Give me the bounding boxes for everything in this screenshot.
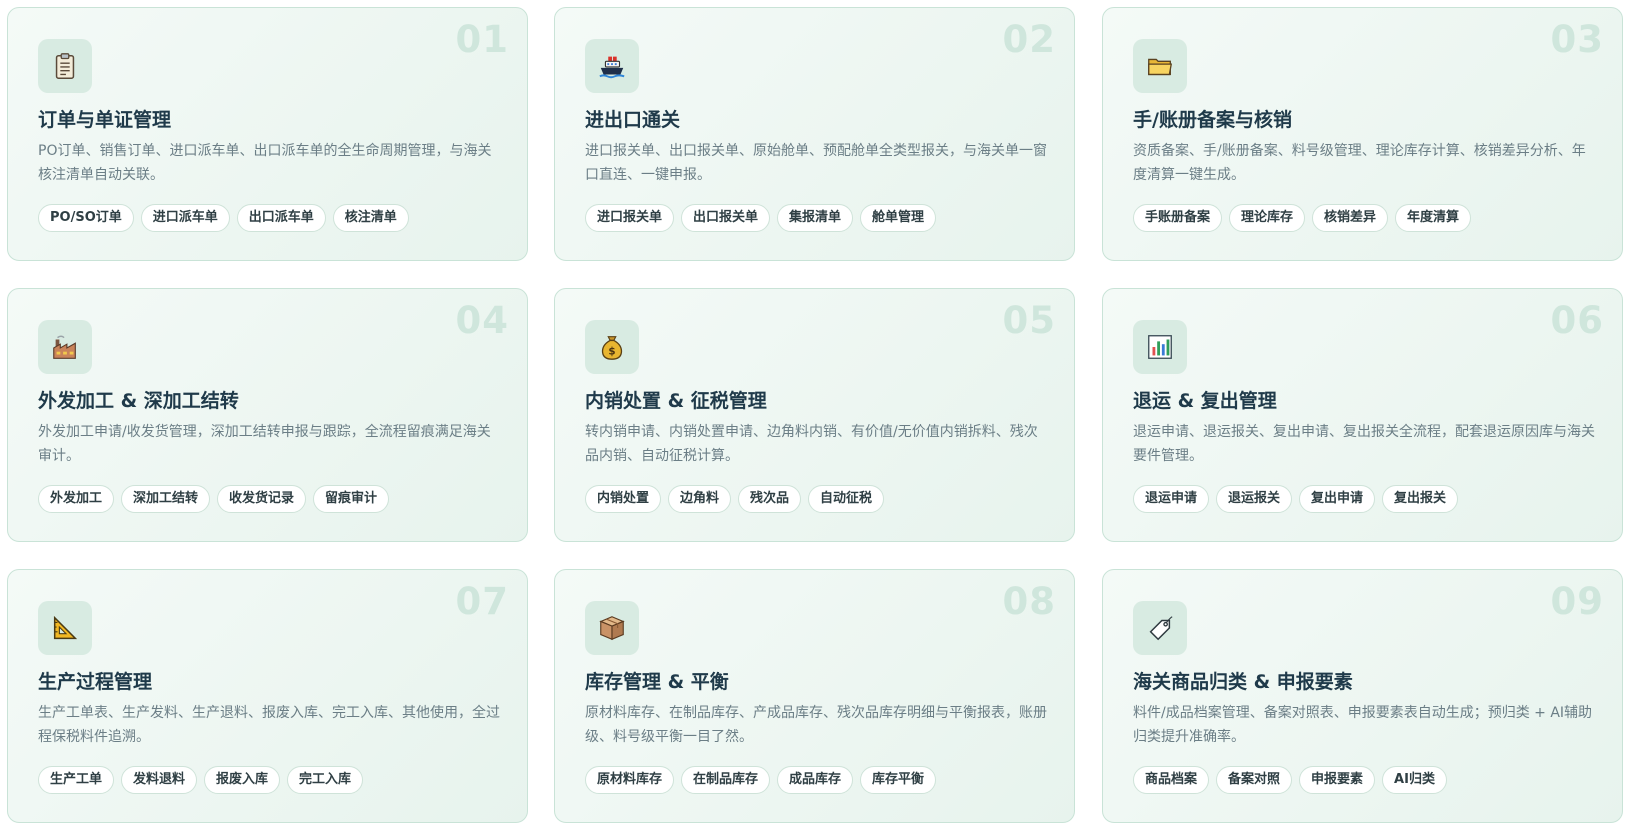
card-description: 生产工单表、生产发料、生产退料、报废入库、完工入库、其他使用，全过程保税料件追溯… — [38, 705, 500, 745]
card-number: 05 — [1002, 299, 1056, 342]
card-description: 资质备案、手/账册备案、料号级管理、理论库存计算、核销差异分析、年度清算一键生成… — [1133, 143, 1586, 183]
tag[interactable]: 进口报关单 — [585, 204, 675, 232]
tag[interactable]: 完工入库 — [287, 766, 364, 794]
package-icon — [585, 601, 639, 655]
tag[interactable]: 在制品库存 — [681, 766, 771, 794]
tag[interactable]: 手账册备案 — [1133, 204, 1223, 232]
card-description: 转内销申请、内销处置申请、边角料内销、有价值/无价值内销拆料、残次品内销、自动征… — [585, 424, 1038, 464]
card-number: 01 — [455, 18, 509, 61]
tag[interactable]: 核销差异 — [1312, 204, 1389, 232]
tag[interactable]: 理论库存 — [1229, 204, 1306, 232]
tag[interactable]: 收发货记录 — [217, 485, 307, 513]
feature-card: 09 海关商品归类 & 申报要素 料件/成品档案管理、备案对照表、申报要素表自动… — [1102, 569, 1623, 823]
clipboard-icon — [38, 39, 92, 93]
card-description: 外发加工申请/收发货管理，深加工结转申报与跟踪，全流程留痕满足海关审计。 — [38, 424, 491, 464]
card-description: 退运申请、退运报关、复出申请、复出报关全流程，配套退运原因库与海关要件管理。 — [1133, 424, 1595, 464]
tag-list: 内销处置 边角料 残次品 自动征税 — [585, 485, 885, 513]
feature-card: 07 生产过程管理 生产工单表、生产发料、生产退料、报废入库、完工入库、其他使用… — [7, 569, 528, 823]
feature-card: 03 手/账册备案与核销 资质备案、手/账册备案、料号级管理、理论库存计算、核销… — [1102, 7, 1623, 261]
folder-icon — [1133, 39, 1187, 93]
feature-card: 05 $ 内销处置 & 征税管理 转内销申请、内销处置申请、边角料内销、有价值/… — [554, 288, 1075, 542]
tag[interactable]: AI归类 — [1382, 766, 1447, 794]
tag[interactable]: 库存平衡 — [860, 766, 937, 794]
bar-chart-icon — [1133, 320, 1187, 374]
card-title: 生产过程管理 — [38, 671, 153, 693]
feature-card: 06 退运 & 复出管理 退运申请、退运报关、复出申请、复出报关全流程，配套退运… — [1102, 288, 1623, 542]
tag-list: 原材料库存 在制品库存 成品库存 库存平衡 — [585, 766, 937, 794]
tag[interactable]: 商品档案 — [1133, 766, 1210, 794]
tag[interactable]: 成品库存 — [777, 766, 854, 794]
tag[interactable]: 残次品 — [738, 485, 802, 513]
tag[interactable]: 内销处置 — [585, 485, 662, 513]
tag-list: 进口报关单 出口报关单 集报清单 舱单管理 — [585, 204, 937, 232]
tag[interactable]: 发料退料 — [121, 766, 198, 794]
tag[interactable]: 留痕审计 — [313, 485, 390, 513]
card-title: 进出口通关 — [585, 109, 681, 131]
tag[interactable]: 出口派车单 — [236, 204, 326, 232]
tag-list: 外发加工 深加工结转 收发货记录 留痕审计 — [38, 485, 390, 513]
card-description: PO订单、销售订单、进口派车单、出口派车单的全生命周期管理，与海关核注清单自动关… — [38, 143, 492, 183]
card-title: 内销处置 & 征税管理 — [585, 390, 767, 412]
feature-grid: 01 订单与单证管理 PO订单、销售订单、进口派车单、出口派车单的全生命周期管理… — [0, 0, 1632, 839]
feature-card: 04 外发加工 & 深加工结转 外发加工申请/收发货管理，深加工结转申报与跟踪，… — [7, 288, 528, 542]
card-number: 09 — [1550, 580, 1604, 623]
tag[interactable]: 深加工结转 — [121, 485, 211, 513]
tag[interactable]: 退运申请 — [1133, 485, 1210, 513]
tag[interactable]: 外发加工 — [38, 485, 115, 513]
label-tag-icon — [1133, 601, 1187, 655]
tag[interactable]: 核注清单 — [332, 204, 409, 232]
card-number: 06 — [1550, 299, 1604, 342]
card-title: 海关商品归类 & 申报要素 — [1133, 671, 1353, 693]
tag[interactable]: 复出报关 — [1382, 485, 1459, 513]
tag[interactable]: 舱单管理 — [860, 204, 937, 232]
tag-list: 生产工单 发料退料 报废入库 完工入库 — [38, 766, 364, 794]
card-title: 手/账册备案与核销 — [1133, 109, 1292, 131]
card-description: 原材料库存、在制品库存、产成品库存、残次品库存明细与平衡报表，账册级、料号级平衡… — [585, 705, 1047, 745]
tag[interactable]: 申报要素 — [1299, 766, 1376, 794]
card-number: 04 — [455, 299, 509, 342]
feature-card: 08 库存管理 & 平衡 原材料库存、在制品库存、产成品库存、残次品库存明细与平… — [554, 569, 1075, 823]
card-title: 库存管理 & 平衡 — [585, 671, 729, 693]
tag-list: 退运申请 退运报关 复出申请 复出报关 — [1133, 485, 1459, 513]
tag[interactable]: 退运报关 — [1216, 485, 1293, 513]
feature-card: 01 订单与单证管理 PO订单、销售订单、进口派车单、出口派车单的全生命周期管理… — [7, 7, 528, 261]
card-number: 03 — [1550, 18, 1604, 61]
card-title: 退运 & 复出管理 — [1133, 390, 1277, 412]
card-number: 08 — [1002, 580, 1056, 623]
tag[interactable]: 复出申请 — [1299, 485, 1376, 513]
tag-list: 手账册备案 理论库存 核销差异 年度清算 — [1133, 204, 1472, 232]
card-description: 料件/成品档案管理、备案对照表、申报要素表自动生成；预归类 + AI辅助归类提升… — [1133, 705, 1593, 745]
card-title: 外发加工 & 深加工结转 — [38, 390, 239, 412]
triangle-ruler-icon — [38, 601, 92, 655]
tag-list: PO/SO订单 进口派车单 出口派车单 核注清单 — [38, 204, 409, 232]
tag[interactable]: 生产工单 — [38, 766, 115, 794]
tag[interactable]: 出口报关单 — [681, 204, 771, 232]
tag[interactable]: 集报清单 — [777, 204, 854, 232]
tag[interactable]: 自动征税 — [808, 485, 885, 513]
tag[interactable]: 原材料库存 — [585, 766, 675, 794]
tag-list: 商品档案 备案对照 申报要素 AI归类 — [1133, 766, 1447, 794]
money-bag-icon: $ — [585, 320, 639, 374]
card-title: 订单与单证管理 — [38, 109, 172, 131]
tag[interactable]: 报废入库 — [204, 766, 281, 794]
tag[interactable]: 备案对照 — [1216, 766, 1293, 794]
card-number: 02 — [1002, 18, 1056, 61]
factory-icon — [38, 320, 92, 374]
feature-card: 02 进出口通关 进口报关单、出口报关单、原始舱单、预配舱单全类型报关，与海关单… — [554, 7, 1075, 261]
svg-text:$: $ — [608, 346, 615, 358]
ship-icon — [585, 39, 639, 93]
card-description: 进口报关单、出口报关单、原始舱单、预配舱单全类型报关，与海关单一窗口直连、一键申… — [585, 143, 1047, 183]
tag[interactable]: 进口派车单 — [140, 204, 230, 232]
tag[interactable]: 年度清算 — [1395, 204, 1472, 232]
tag[interactable]: PO/SO订单 — [38, 204, 134, 232]
card-number: 07 — [455, 580, 509, 623]
tag[interactable]: 边角料 — [668, 485, 732, 513]
